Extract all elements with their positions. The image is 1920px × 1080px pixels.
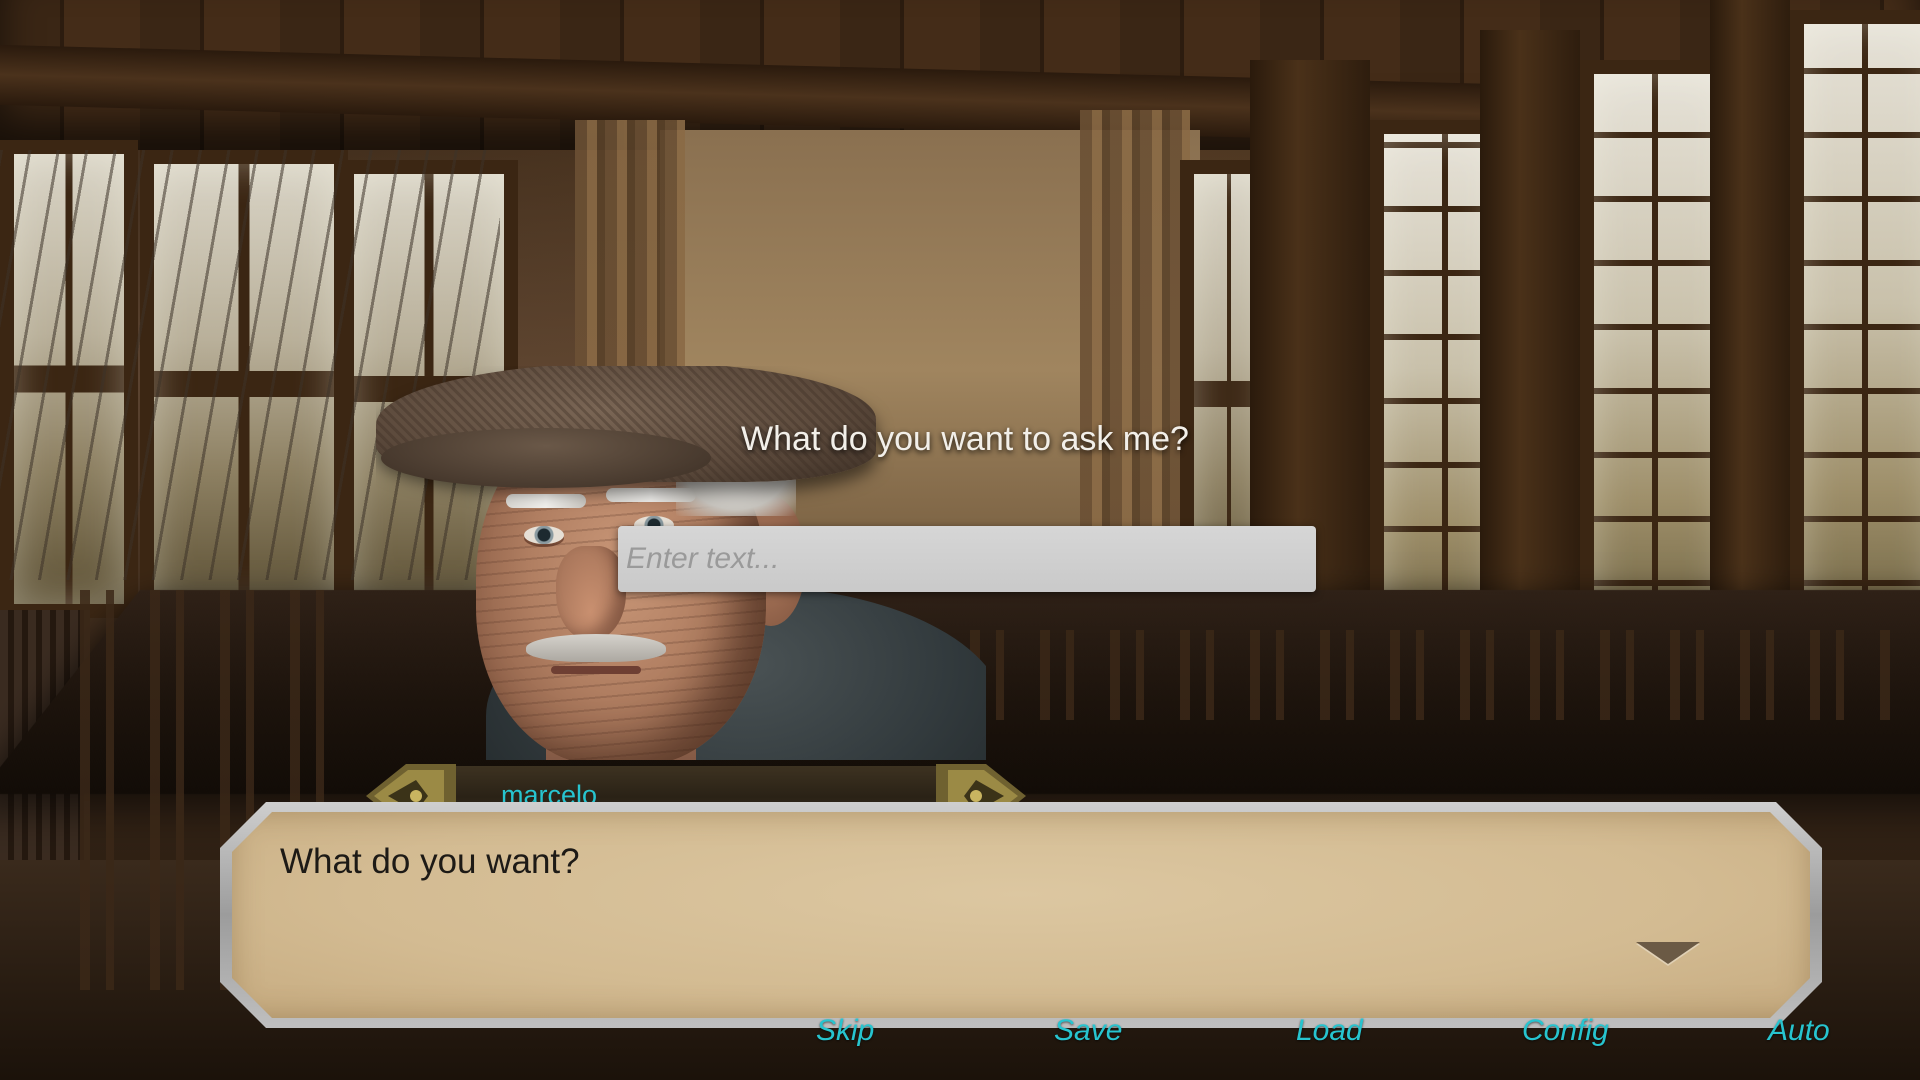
menu-auto-button[interactable]: Auto [1768, 1014, 1830, 1048]
game-screen: What do you want to ask me? marcelo What… [0, 0, 1920, 1080]
portrait-mustache [526, 634, 666, 662]
chairs-row-back [900, 630, 1900, 720]
window-right-3 [1790, 10, 1920, 658]
question-text-input[interactable] [618, 526, 1316, 592]
portrait-brow-left [506, 494, 586, 508]
menu-save-button[interactable]: Save [1054, 1014, 1122, 1048]
pillar-2 [1480, 30, 1580, 660]
prompt-question: What do you want to ask me? [741, 420, 1189, 458]
quick-menu: Skip Save Load Config Auto [0, 1014, 1920, 1054]
portrait-brow-right [606, 488, 696, 502]
portrait-eye-left [524, 526, 564, 544]
dialogue-text: What do you want? [280, 842, 580, 881]
menu-load-button[interactable]: Load [1296, 1014, 1363, 1048]
menu-skip-button[interactable]: Skip [816, 1014, 874, 1048]
portrait-nose [556, 546, 626, 641]
portrait-mouth [551, 666, 641, 674]
pillar-3 [1710, 0, 1790, 660]
triangle-down-icon[interactable] [1636, 942, 1700, 964]
menu-config-button[interactable]: Config [1522, 1014, 1609, 1048]
